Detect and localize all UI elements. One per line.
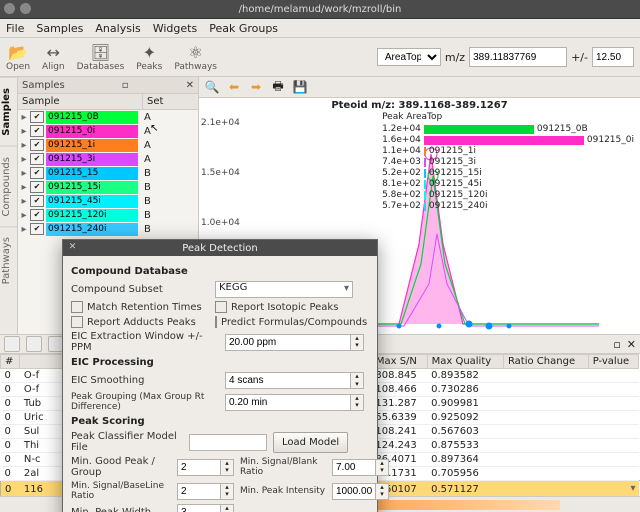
chart-toolbar: 🔍 ⬅ ➡ 🖶 💾 [199,77,640,98]
eic-window-input[interactable] [225,334,351,351]
mz-input[interactable] [469,47,567,67]
legend-item: 5.7e+02091215_240i [382,201,634,212]
print-icon[interactable]: 🖶 [271,80,285,94]
menu-analysis[interactable]: Analysis [95,22,140,35]
chart-title: Pteoid m/z: 389.1168-389.1267 [199,98,640,111]
window-close-icon[interactable] [4,3,15,14]
menu-peak-groups[interactable]: Peak Groups [209,22,278,35]
legend-item: 5.8e+02091215_120i [382,190,634,201]
menu-samples[interactable]: Samples [36,22,83,35]
load-model-button[interactable]: Load Model [273,432,348,453]
legend-item: 1.1e+04091215_1i [382,146,634,157]
window-titlebar: /home/melamud/work/mzroll/bin [0,0,640,19]
undock-icon[interactable]: ▫ [122,80,129,91]
sample-row[interactable]: ▸✔091215_15B [18,166,198,180]
tbl-btn-1[interactable] [4,336,20,352]
main-toolbar: 📂Open ↔Align 🗄Databases ✦Peaks ⚛Pathways Are… [0,38,640,77]
eic-smoothing-label: EIC Smoothing [71,375,219,386]
peaks-button[interactable]: ✦Peaks [136,43,162,72]
close-icon[interactable]: ✕ [627,338,636,351]
eic-window-label: EIC Extraction Window +/- PPM [71,331,219,353]
legend-item: 1.2e+04091215_0B [382,124,634,135]
predict-formulas-checkbox[interactable] [215,316,217,328]
align-button[interactable]: ↔Align [42,43,65,72]
legend-item: 8.1e+02091215_45i [382,179,634,190]
ppm-input[interactable] [592,47,634,67]
dialog-title: Peak Detection [182,243,258,254]
min-signal-baseline-input[interactable] [177,483,221,500]
col-header[interactable]: Ratio Change [503,355,588,369]
sidetab-samples[interactable]: Samples [0,77,17,146]
col-header[interactable]: Max S/N [371,355,427,369]
forward-icon[interactable]: ➡ [249,80,263,94]
sidetab-compounds[interactable]: Compounds [0,146,17,227]
min-peak-width-input[interactable] [177,504,221,512]
col-header[interactable]: # [1,355,20,369]
compound-subset-select[interactable]: KEGG [215,281,353,298]
mz-bar: AreaTop m/z +/- [377,47,634,67]
col-header[interactable]: Max Quality [427,355,503,369]
min-good-peak-input[interactable] [177,459,221,476]
samples-panel-title: Samples [22,80,65,91]
report-adducts-checkbox[interactable] [71,316,83,328]
group-rt-label: Peak Grouping (Max Group Rt Difference) [71,392,219,412]
sample-row[interactable]: ▸✔091215_45iB [18,194,198,208]
sample-row[interactable]: ▸✔091215_0iA [18,124,198,138]
intensity-mode-select[interactable]: AreaTop [377,48,441,66]
close-icon[interactable]: ✕ [186,80,194,91]
window-title: /home/melamud/work/mzroll/bin [239,4,402,15]
chart-legend: Peak AreaTop 1.2e+04091215_0B1.6e+040912… [382,112,634,212]
col-header[interactable]: P-value [588,355,639,369]
menu-file[interactable]: File [6,22,24,35]
compound-subset-label: Compound Subset [71,284,209,295]
legend-item: 1.6e+04091215_0i [382,135,634,146]
databases-button[interactable]: 🗄Databases [77,43,125,72]
zoom-icon[interactable]: 🔍 [205,80,219,94]
peak-detection-dialog: ✕ Peak Detection Compound Database Compo… [62,239,378,512]
menu-widgets[interactable]: Widgets [153,22,197,35]
min-signal-blank-input[interactable] [332,459,376,476]
sample-row[interactable]: ▸✔091215_3iA [18,152,198,166]
tbl-btn-2[interactable] [26,336,42,352]
legend-item: 5.2e+02091215_15i [382,168,634,179]
col-set[interactable]: Set [143,94,198,109]
min-peak-intensity-input[interactable] [332,483,376,500]
section-compound-db: Compound Database [71,266,369,277]
sample-row[interactable]: ▸✔091215_15iB [18,180,198,194]
legend-item: 7.4e+03091215_3i [382,157,634,168]
menubar: File Samples Analysis Widgets Peak Groups [0,19,640,38]
window-min-icon[interactable] [20,3,31,14]
dialog-close-icon[interactable]: ✕ [67,242,78,253]
mz-label: m/z [445,51,465,64]
pm-label: +/- [571,51,588,64]
model-file-input[interactable] [189,434,267,451]
sample-row[interactable]: ▸✔091215_0BA [18,110,198,124]
sidetab-pathways[interactable]: Pathways [0,226,17,294]
col-sample[interactable]: Sample [18,94,143,109]
report-iso-checkbox[interactable] [215,301,227,313]
model-file-label: Peak Classifier Model File [71,431,183,453]
match-rt-checkbox[interactable] [71,301,83,313]
undock-icon[interactable]: ▫ [613,338,620,351]
back-icon[interactable]: ⬅ [227,80,241,94]
sample-row[interactable]: ▸✔091215_240iB [18,222,198,236]
sample-row[interactable]: ▸✔091215_120iB [18,208,198,222]
save-icon[interactable]: 💾 [293,80,307,94]
eic-smoothing-input[interactable] [225,372,351,389]
group-rt-input[interactable] [225,394,351,411]
pathways-button[interactable]: ⚛Pathways [174,43,217,72]
sample-row[interactable]: ▸✔091215_1iA [18,138,198,152]
section-eic-processing: EIC Processing [71,357,369,368]
section-peak-scoring: Peak Scoring [71,416,369,427]
open-button[interactable]: 📂Open [6,43,30,72]
